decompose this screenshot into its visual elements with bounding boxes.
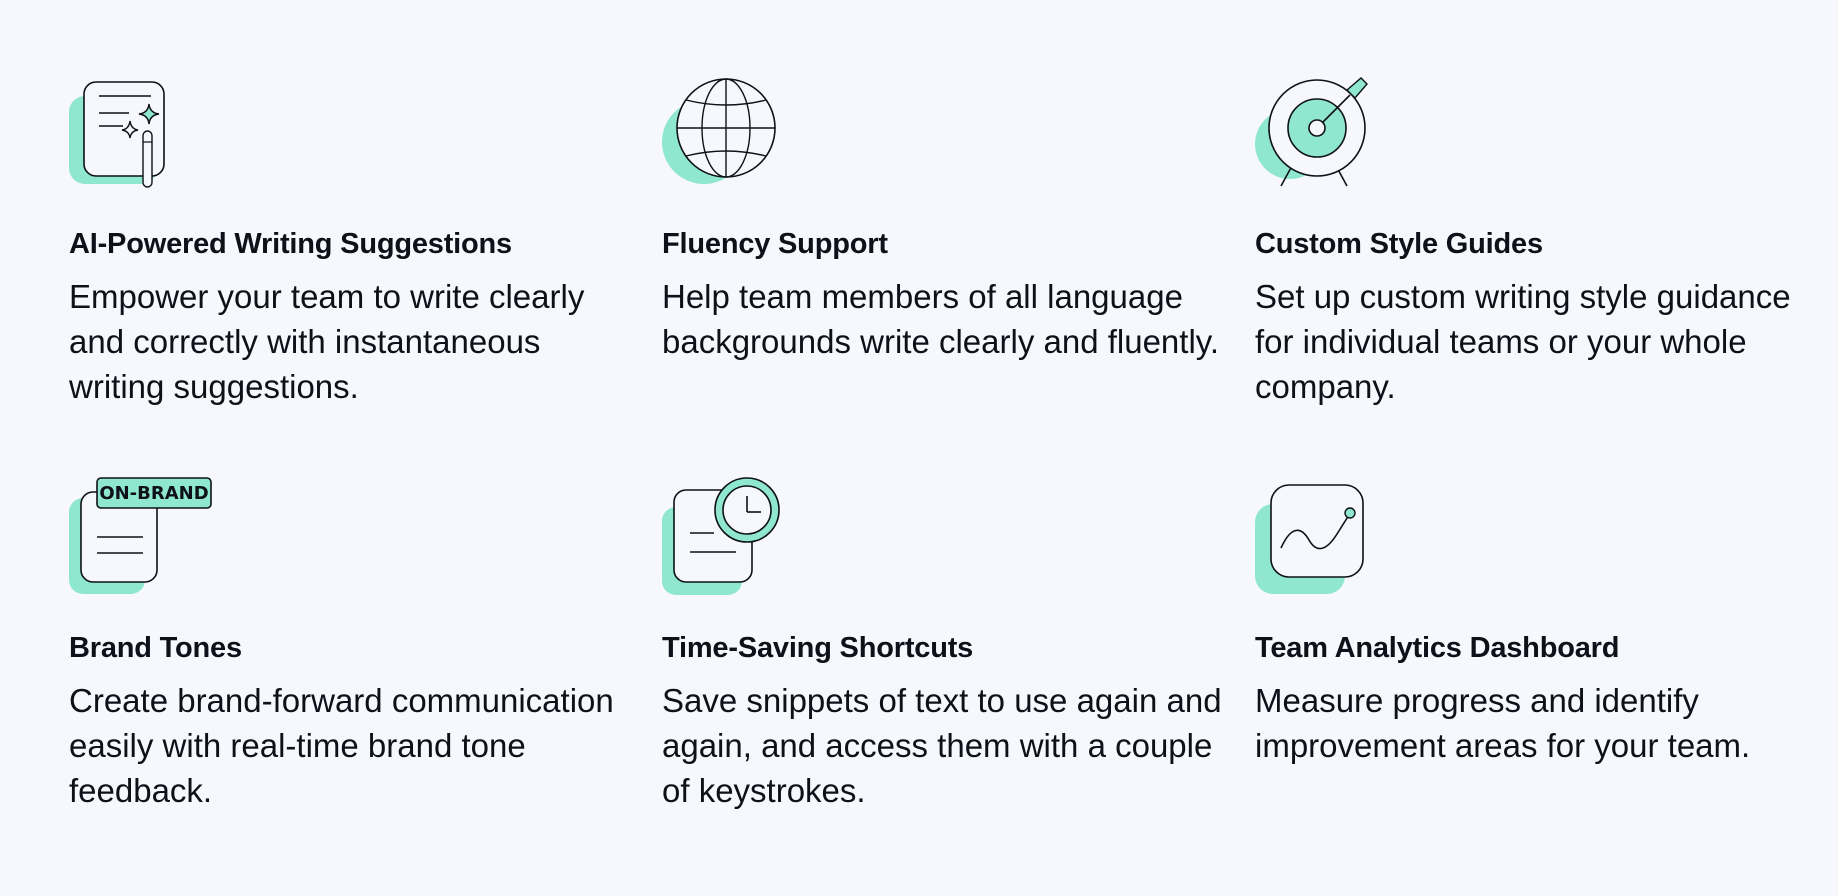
feature-title: Custom Style Guides [1255,228,1543,260]
feature-title: Fluency Support [662,228,888,260]
feature-description: Save snippets of text to use again and a… [662,682,1222,809]
document-sparkle-pen-icon [69,78,199,208]
feature-title: Team Analytics Dashboard [1255,632,1620,664]
document-clock-icon [662,477,792,612]
globe-icon [662,78,792,208]
feature-description: Help team members of all language backgr… [662,278,1220,360]
on-brand-document-icon: ON-BRAND [69,477,212,612]
feature-description: Measure progress and identify improvemen… [1255,682,1751,764]
feature-title: AI-Powered Writing Suggestions [69,228,512,260]
feature-title: Brand Tones [69,632,242,664]
feature-description: Empower your team to write clearly and c… [69,278,585,405]
analytics-chart-icon [1255,482,1385,612]
feature-description: Create brand-forward communication easil… [69,682,614,809]
feature-grid: AI-Powered Writing Suggestions Empower y… [0,0,1838,896]
feature-description: Set up custom writing style guidance for… [1255,278,1791,405]
target-icon [1255,77,1385,208]
on-brand-badge: ON-BRAND [99,483,208,504]
feature-title: Time-Saving Shortcuts [662,632,974,664]
